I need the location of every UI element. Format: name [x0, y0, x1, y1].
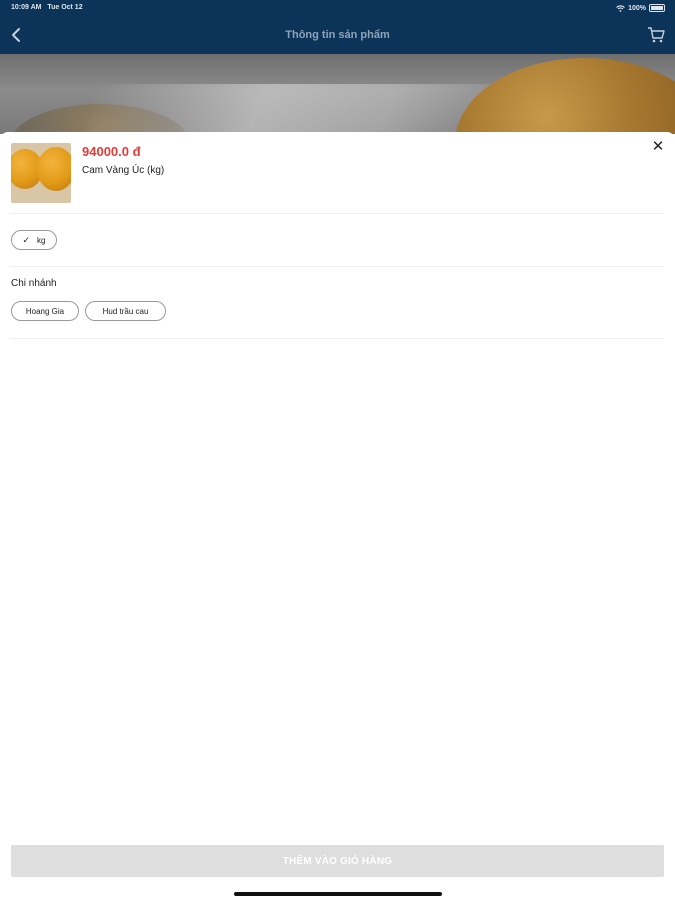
branch-section-label: Chi nhánh — [11, 278, 57, 289]
status-date: Tue Oct 12 — [47, 4, 83, 11]
divider — [11, 213, 664, 214]
page-title: Thông tin sản phẩm — [285, 29, 390, 41]
add-to-cart-button[interactable]: THÊM VÀO GIỎ HÀNG — [11, 845, 664, 877]
status-indicators: 100% — [616, 4, 665, 12]
cart-icon[interactable] — [647, 26, 665, 44]
divider — [11, 266, 664, 267]
status-time: 10:09 AM Tue Oct 12 — [11, 4, 83, 11]
home-indicator — [234, 892, 442, 896]
checkmark-icon: ✓ — [22, 234, 31, 245]
unit-chip-kg[interactable]: ✓ kg — [11, 230, 57, 250]
branch-chip-hud-trau-cau[interactable]: Hud trầu cau — [85, 301, 166, 321]
product-name: Cam Vàng Úc (kg) — [82, 165, 165, 176]
product-hero-image — [0, 54, 675, 134]
branch-chip-hoang-gia[interactable]: Hoang Gia — [11, 301, 79, 321]
battery-icon — [649, 4, 665, 12]
status-clock: 10:09 AM — [11, 4, 42, 11]
product-thumbnail — [11, 143, 71, 203]
branch-chip-label: Hoang Gia — [25, 306, 65, 316]
unit-chip-label: kg — [37, 235, 46, 245]
close-icon[interactable]: ✕ — [651, 139, 665, 154]
hero-orange-shape — [455, 58, 675, 134]
orange-shape — [37, 147, 71, 191]
product-price: 94000.0 đ — [82, 144, 141, 159]
battery-percent: 100% — [628, 4, 646, 12]
wifi-icon — [616, 4, 625, 12]
hero-light-streak — [83, 84, 517, 134]
product-options-sheet: ✕ 94000.0 đ Cam Vàng Úc (kg) ✓ kg Chi nh… — [0, 132, 675, 900]
divider — [11, 338, 664, 339]
branch-chip-label: Hud trầu cau — [102, 306, 149, 316]
top-bar: 10:09 AM Tue Oct 12 100% Thông tin sản p… — [0, 0, 675, 54]
